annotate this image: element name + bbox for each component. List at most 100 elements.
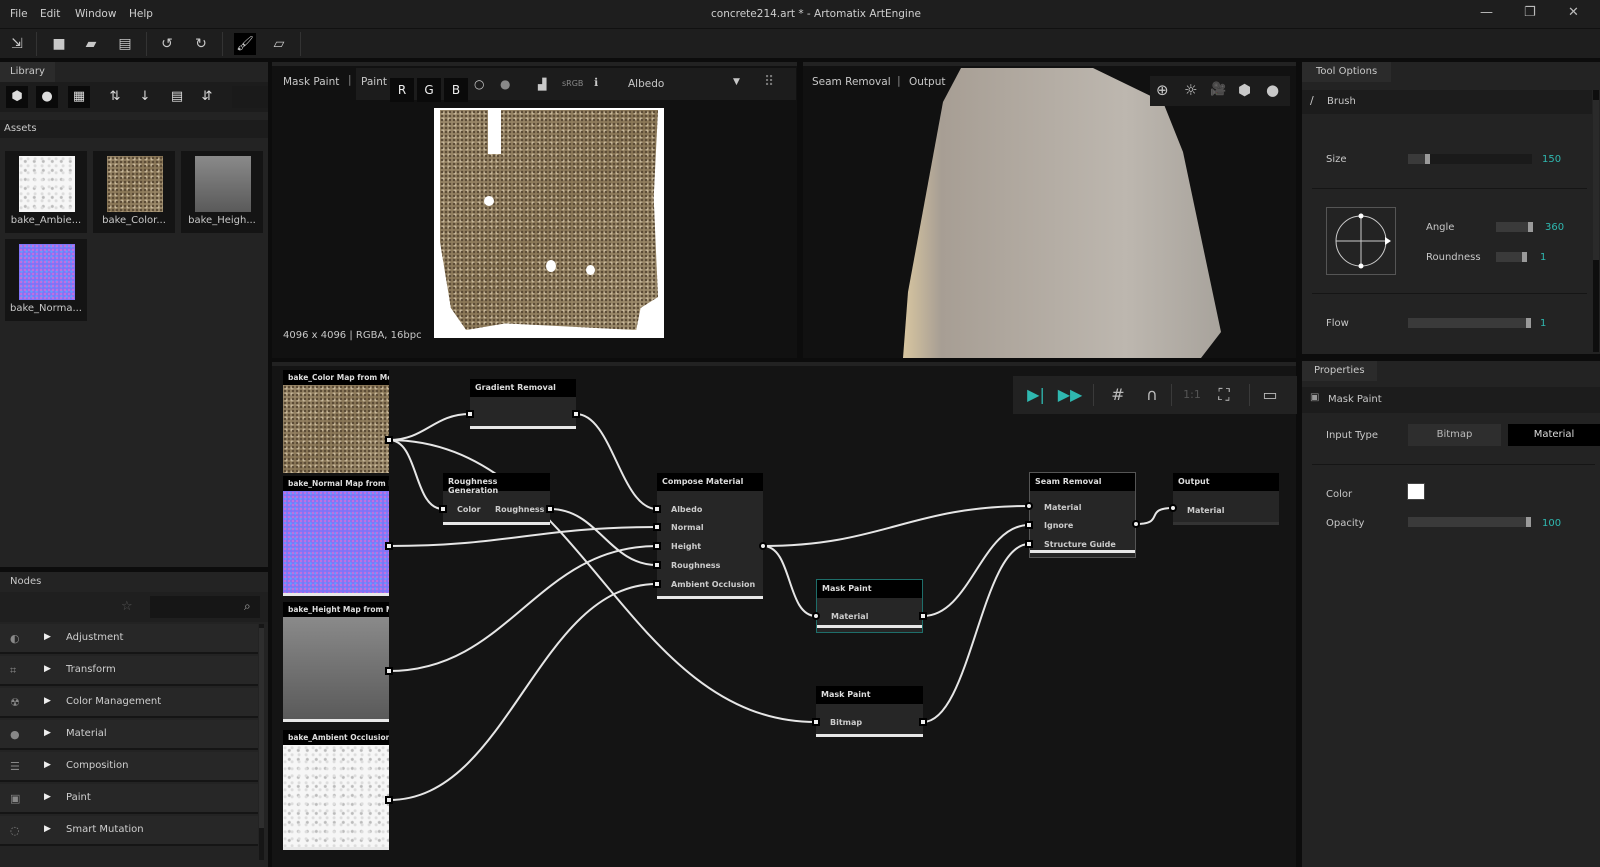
node-port[interactable] xyxy=(812,612,820,620)
maximize-button[interactable]: ❐ xyxy=(1524,5,1536,20)
node-compose-material[interactable]: Compose Material Albedo Normal Height Ro… xyxy=(657,473,763,599)
colorspace-label[interactable]: sRGB xyxy=(562,79,583,88)
node-port[interactable] xyxy=(653,505,661,513)
export-icon[interactable]: ⇲ xyxy=(6,33,28,55)
opacity-slider[interactable] xyxy=(1408,517,1531,527)
channel-r-button[interactable]: R xyxy=(390,78,414,102)
node-mask-paint-material[interactable]: Mask Paint Material xyxy=(816,579,923,633)
input-type-material-button[interactable]: Material xyxy=(1508,424,1600,446)
globe-icon[interactable]: ⊕ xyxy=(1156,81,1169,99)
library-search-input[interactable] xyxy=(232,86,268,108)
node-port[interactable] xyxy=(385,542,393,550)
sphere-icon[interactable]: ● xyxy=(1266,81,1279,99)
node-category-color-management[interactable]: ☢ ▶ Color Management xyxy=(0,688,258,718)
node-mask-paint-bitmap[interactable]: Mask Paint Bitmap xyxy=(816,686,923,737)
node-graph[interactable] xyxy=(272,362,1296,867)
channel-g-button[interactable]: G xyxy=(417,78,441,102)
node-color-map[interactable]: bake_Color Map from Mesh xyxy=(283,370,389,473)
tab-nodes[interactable]: Nodes xyxy=(0,572,52,592)
material-filter-icon[interactable]: ⬢ xyxy=(6,86,28,108)
node-port[interactable] xyxy=(1025,540,1033,548)
minimize-button[interactable]: — xyxy=(1480,5,1493,20)
brush-icon[interactable]: 🖌 xyxy=(234,33,256,55)
snap-magnet-icon[interactable]: ∩ xyxy=(1137,380,1167,410)
asset-item[interactable]: bake_Heigh... xyxy=(181,151,263,233)
node-port[interactable] xyxy=(385,796,393,804)
node-height-map[interactable]: bake_Height Map from Me xyxy=(283,602,389,722)
cube-icon[interactable]: ⬢ xyxy=(1238,81,1251,99)
asset-item[interactable]: bake_Norma... xyxy=(5,239,87,321)
tab-properties[interactable]: Properties xyxy=(1302,361,1377,381)
checker-filter-icon[interactable]: ▦ xyxy=(68,86,90,108)
node-port[interactable] xyxy=(1132,520,1140,528)
run-step-icon[interactable]: ▶| xyxy=(1021,380,1051,410)
run-all-icon[interactable]: ▶▶ xyxy=(1055,380,1085,410)
open-folder-icon[interactable]: ▰ xyxy=(80,33,102,55)
flow-slider[interactable] xyxy=(1408,318,1531,328)
node-category-composition[interactable]: ☰ ▶ Composition xyxy=(0,752,258,782)
map-select[interactable]: Albedo xyxy=(628,78,664,90)
alpha-fill-icon[interactable]: ● xyxy=(500,77,510,91)
redo-icon[interactable]: ↻ xyxy=(190,33,212,55)
node-port[interactable] xyxy=(1025,521,1033,529)
flow-value[interactable]: 1 xyxy=(1540,318,1546,329)
close-button[interactable]: ✕ xyxy=(1568,5,1579,20)
eraser-icon[interactable]: ▱ xyxy=(268,33,290,55)
brush-angle-widget[interactable] xyxy=(1326,207,1396,275)
tool-options-scrollbar[interactable] xyxy=(1593,90,1599,352)
roundness-slider[interactable] xyxy=(1496,252,1527,262)
sort-az-icon[interactable]: ⇅ xyxy=(104,86,126,108)
node-port[interactable] xyxy=(759,542,767,550)
node-category-transform[interactable]: ⌗ ▶ Transform xyxy=(0,656,258,686)
viewport-3d[interactable]: Seam Removal | Output ⊕ ☼ 🎥 ⬢ ● xyxy=(803,62,1296,358)
node-port[interactable] xyxy=(1169,504,1177,512)
expand-arrow-icon[interactable]: ▶ xyxy=(44,728,51,738)
node-port[interactable] xyxy=(653,561,661,569)
expand-arrow-icon[interactable]: ▶ xyxy=(44,792,51,802)
node-port[interactable] xyxy=(466,410,474,418)
node-port[interactable] xyxy=(653,580,661,588)
node-category-paint[interactable]: ▣ ▶ Paint xyxy=(0,784,258,814)
fullscreen-icon[interactable]: ▭ xyxy=(1255,380,1285,410)
asset-item[interactable]: bake_Ambie... xyxy=(5,151,87,233)
node-port[interactable] xyxy=(919,612,927,620)
info-icon[interactable]: ℹ xyxy=(594,76,598,89)
new-file-icon[interactable]: ■ xyxy=(48,33,70,55)
node-port[interactable] xyxy=(919,718,927,726)
node-roughness-generation[interactable]: Roughness Generation Color Roughness xyxy=(443,473,550,525)
histogram-icon[interactable]: ▟ xyxy=(538,78,546,91)
favorites-star-icon[interactable]: ☆ xyxy=(121,599,133,614)
channel-b-button[interactable]: B xyxy=(444,78,468,102)
node-seam-removal[interactable]: Seam Removal Material Ignore Structure G… xyxy=(1029,472,1136,558)
asset-item[interactable]: bake_Color... xyxy=(93,151,175,233)
node-category-smart-mutation[interactable]: ◌ ▶ Smart Mutation xyxy=(0,816,258,846)
node-port[interactable] xyxy=(572,410,580,418)
viewport-2d[interactable]: 4096 x 4096 | RGBA, 16bpc xyxy=(272,62,797,358)
fit-view-icon[interactable]: ⛶ xyxy=(1209,380,1239,410)
node-output[interactable]: Output Material xyxy=(1173,473,1279,525)
input-type-bitmap-button[interactable]: Bitmap xyxy=(1408,424,1501,446)
angle-slider[interactable] xyxy=(1496,222,1533,232)
expand-arrow-icon[interactable]: ▶ xyxy=(44,632,51,642)
save-icon[interactable]: ▤ xyxy=(114,33,136,55)
node-port[interactable] xyxy=(385,436,393,444)
opacity-value[interactable]: 100 xyxy=(1542,518,1561,529)
node-port[interactable] xyxy=(385,667,393,675)
expand-arrow-icon[interactable]: ▶ xyxy=(44,664,51,674)
node-port[interactable] xyxy=(653,542,661,550)
node-port[interactable] xyxy=(546,505,554,513)
node-ao-map[interactable]: bake_Ambient Occlusion M xyxy=(283,730,389,850)
expand-arrow-icon[interactable]: ▶ xyxy=(44,824,51,834)
size-slider[interactable] xyxy=(1408,154,1532,164)
paint-mode[interactable]: Paint xyxy=(361,76,387,88)
tab-tool-options[interactable]: Tool Options xyxy=(1302,62,1392,82)
node-category-adjustment[interactable]: ◐ ▶ Adjustment xyxy=(0,624,258,654)
undo-icon[interactable]: ↺ xyxy=(156,33,178,55)
roundness-value[interactable]: 1 xyxy=(1540,252,1546,263)
node-port[interactable] xyxy=(812,718,820,726)
size-value[interactable]: 150 xyxy=(1542,154,1561,165)
alpha-outline-icon[interactable]: ○ xyxy=(474,77,484,91)
node-gradient-removal[interactable]: Gradient Removal xyxy=(470,379,576,429)
light-icon[interactable]: ☼ xyxy=(1184,81,1197,99)
color-swatch[interactable] xyxy=(1407,483,1425,500)
